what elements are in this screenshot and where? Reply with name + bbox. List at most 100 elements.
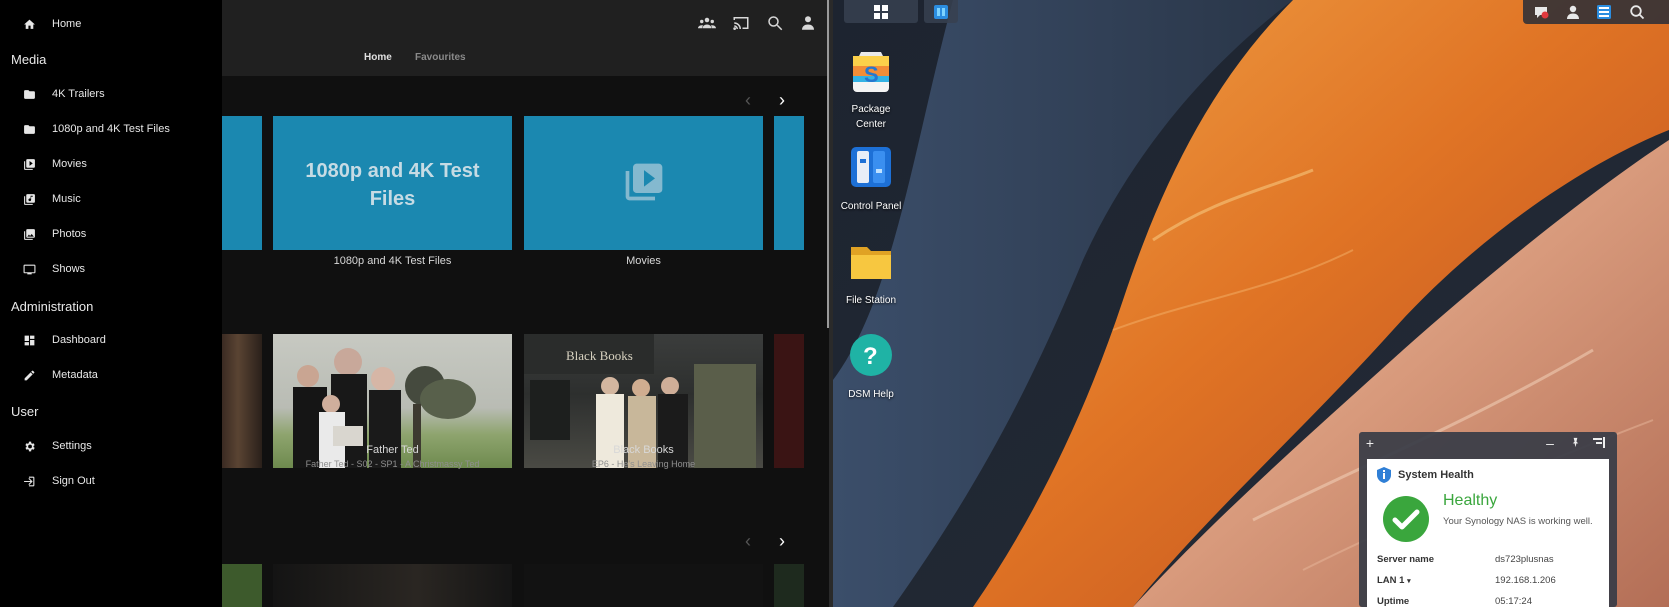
info-key: LAN 1 (1377, 575, 1405, 586)
library-card-4k-trailers[interactable] (222, 116, 262, 250)
library-label[interactable]: 1080p and 4K Test Files (273, 255, 512, 267)
widget-toolbar: + – (1359, 432, 1617, 454)
episode-subtitle: Father Ted - S02 - SP1 - A Christmassy T… (305, 459, 480, 469)
sidebar-item-label: Shows (52, 263, 86, 275)
svg-text:S: S (864, 62, 879, 87)
media-thumbnail[interactable] (524, 564, 763, 607)
health-message: Your Synology NAS is working well. (1443, 516, 1593, 527)
sidebar-item-dashboard[interactable]: Dashboard (0, 325, 222, 355)
folder-icon (22, 122, 36, 136)
sidebar-item-metadata[interactable]: Metadata (0, 360, 222, 390)
info-value: ds723plusnas (1495, 554, 1554, 565)
media-thumbnail[interactable] (774, 564, 804, 607)
check-circle-icon (1383, 496, 1429, 542)
logout-icon (22, 474, 36, 488)
sidebar-item-settings[interactable]: Settings (0, 431, 222, 461)
notification-icon[interactable] (1532, 3, 1550, 21)
sidebar-item-label: Photos (52, 228, 87, 240)
info-key: Server name (1377, 554, 1435, 565)
sidebar-item-music[interactable]: Music (0, 184, 222, 214)
chevron-left-icon[interactable]: ‹ (738, 531, 758, 551)
sidebar-item-label: Dashboard (52, 334, 106, 346)
sidebar-item-movies[interactable]: Movies (0, 149, 222, 179)
cast-icon[interactable] (728, 10, 754, 36)
home-content: ‹ › 1080p and 4K Test Files 1080p and 4K… (222, 76, 829, 607)
edit-icon (22, 368, 36, 382)
pin-icon[interactable] (1567, 435, 1583, 451)
user-icon[interactable] (1564, 3, 1582, 21)
chevron-right-icon[interactable]: › (772, 90, 792, 110)
tab-favourites[interactable]: Favourites (415, 52, 466, 63)
media-thumbnail[interactable] (273, 564, 512, 607)
caret-down-icon: ▾ (1407, 578, 1411, 585)
desktop-icon-label: Control Panel (840, 201, 902, 212)
search-icon[interactable] (1628, 3, 1646, 21)
episode-thumbnail[interactable] (222, 334, 262, 468)
main-menu-button[interactable] (844, 0, 918, 23)
screen: Home Favourites ‹ › 1080p and 4K Test Fi… (0, 0, 1669, 607)
info-value: 05:17:24 (1495, 596, 1532, 607)
media-thumbnail[interactable] (222, 564, 262, 607)
sidebar-item-label: Metadata (52, 369, 98, 381)
desktop-icon-dsm-help[interactable]: ? DSM Help (836, 331, 906, 402)
desktop-icon-file-station[interactable]: File Station (836, 237, 906, 308)
sidebar-section-title: Media (11, 52, 47, 67)
episode-thumbnail[interactable] (774, 334, 804, 468)
header-tabs: Home Favourites (222, 50, 829, 70)
health-status: Healthy (1443, 492, 1498, 509)
system-health-panel: System Health Healthy Your Synology NAS … (1367, 459, 1609, 607)
taskbar-app-button[interactable] (924, 0, 958, 23)
tv-icon (22, 262, 36, 276)
sidebar-item-home[interactable]: Home (0, 9, 222, 39)
tab-home[interactable]: Home (364, 52, 392, 63)
settings-icon (22, 439, 36, 453)
desktop-icon-label: DSM Help (848, 389, 894, 400)
app-header: Home Favourites (222, 0, 829, 76)
widget-menu-icon[interactable] (1591, 435, 1607, 451)
sidebar-item-photos[interactable]: Photos (0, 219, 222, 249)
info-key: Uptime (1377, 596, 1410, 607)
search-icon[interactable] (762, 10, 788, 36)
sidebar-item-label: Movies (52, 158, 87, 170)
info-value: 192.168.1.206 (1495, 575, 1556, 586)
episode-title[interactable]: Father Ted (273, 444, 512, 456)
sidebar-item-test-files[interactable]: 1080p and 4K Test Files (0, 114, 222, 144)
sidebar-section-title: Administration (11, 299, 94, 314)
sidebar-item-shows[interactable]: Shows (0, 254, 222, 284)
apps-grid-icon (874, 4, 888, 19)
chevron-right-icon[interactable]: › (772, 531, 792, 551)
media-server-app: Home Favourites ‹ › 1080p and 4K Test Fi… (0, 0, 829, 607)
sidebar-item-sign-out[interactable]: Sign Out (0, 466, 222, 496)
library-card-test-files[interactable]: 1080p and 4K Test Files (273, 116, 512, 250)
library-card-movies[interactable] (524, 116, 763, 250)
sidebar-section-title: User (11, 404, 39, 419)
desktop-icon-label: Package Center (851, 104, 891, 130)
svg-text:?: ? (863, 343, 878, 370)
users-icon[interactable] (694, 10, 720, 36)
shield-info-icon (1377, 467, 1391, 483)
dashboard-icon (22, 333, 36, 347)
widgets-icon[interactable] (1595, 3, 1613, 21)
lan-selector[interactable]: LAN 1 ▾ (1377, 575, 1411, 586)
chevron-left-icon[interactable]: ‹ (738, 90, 758, 110)
library-label[interactable]: Movies (524, 255, 763, 267)
add-widget-icon[interactable]: + (1362, 435, 1378, 451)
system-health-widget: + – System Health Healthy Your Synology … (1359, 432, 1617, 607)
minimize-icon[interactable]: – (1542, 435, 1558, 451)
system-tray (1523, 0, 1669, 24)
svg-text:Black Books: Black Books (566, 348, 633, 363)
account-icon[interactable] (795, 10, 821, 36)
episode-title[interactable]: Black Books (524, 444, 763, 456)
sidebar-item-label: 4K Trailers (52, 88, 105, 100)
library-card-next[interactable] (774, 116, 804, 250)
library-card-title: 1080p and 4K Test Files (305, 160, 480, 210)
sidebar-item-label: 1080p and 4K Test Files (52, 123, 170, 135)
sidebar-item-4k-trailers[interactable]: 4K Trailers (0, 79, 222, 109)
desktop-icon-control-panel[interactable]: Control Panel (836, 143, 906, 214)
photo-library-icon (22, 227, 36, 241)
library-music-icon (22, 192, 36, 206)
desktop-icon-label: File Station (845, 295, 897, 306)
widget-title: System Health (1398, 469, 1474, 481)
sidebar-item-label: Sign Out (52, 475, 95, 487)
desktop-icon-package-center[interactable]: S Package Center (836, 46, 906, 132)
